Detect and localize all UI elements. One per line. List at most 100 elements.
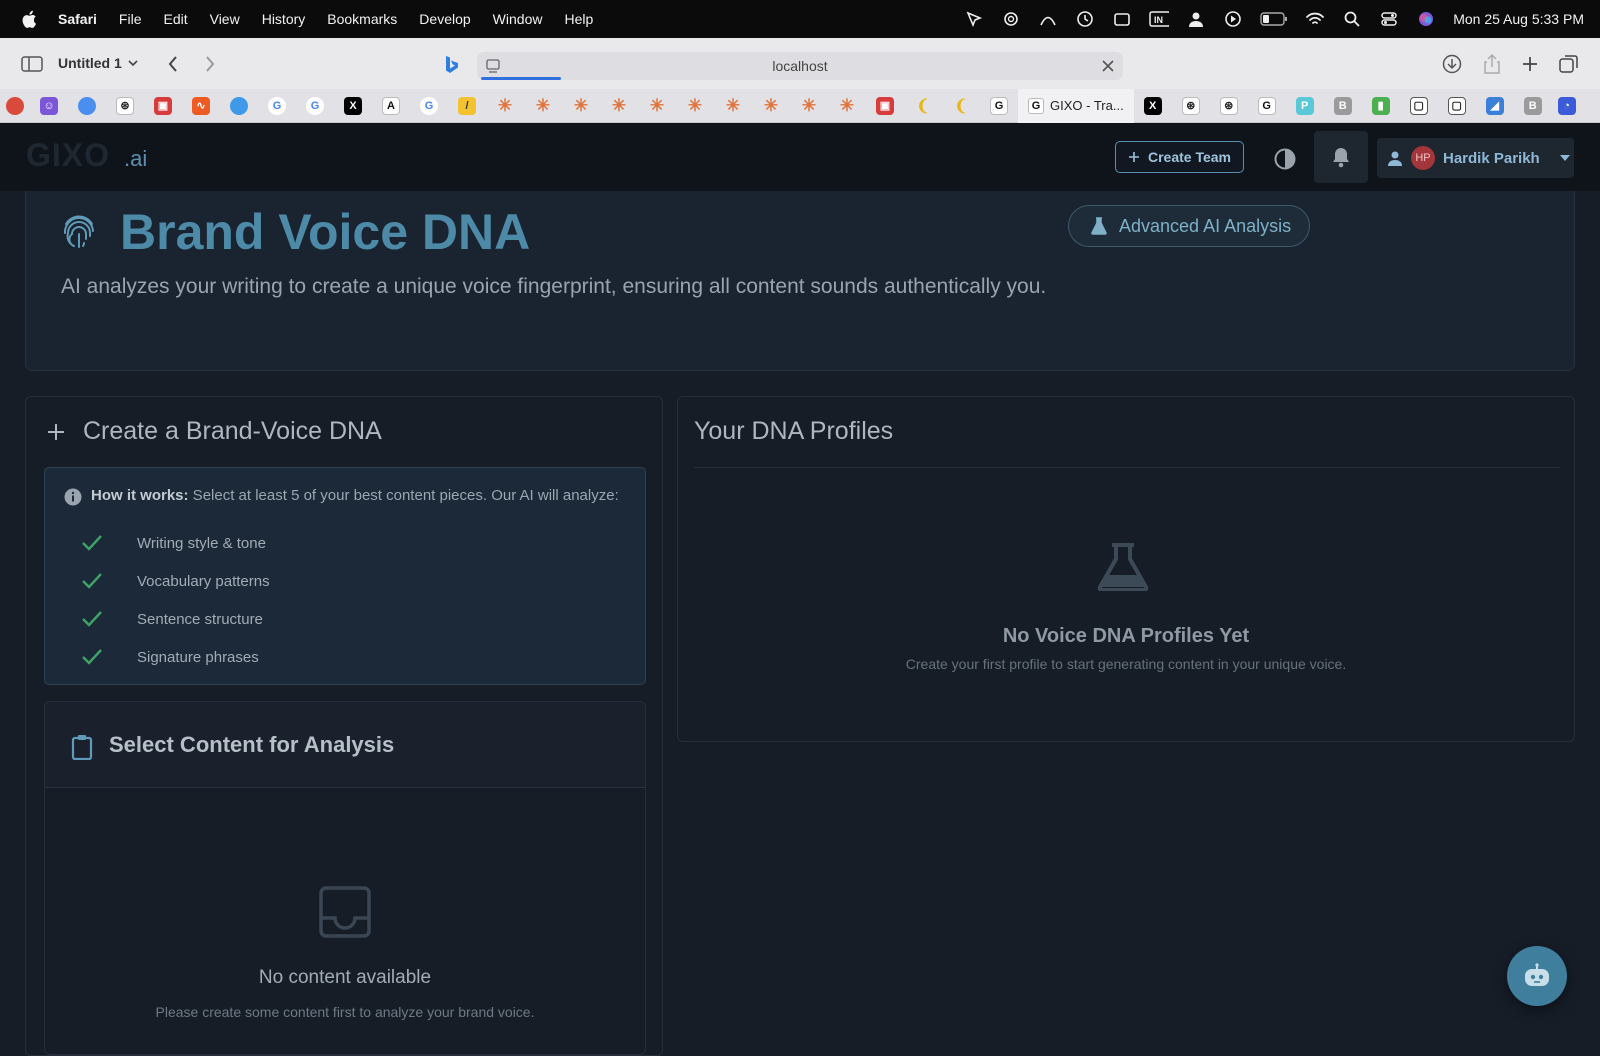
favorite-app-icon[interactable]: ▢ — [1400, 89, 1438, 123]
time-machine-icon[interactable] — [1075, 9, 1095, 29]
how-it-works-panel: How it works: Select at least 5 of your … — [44, 467, 646, 685]
favorite-g-icon[interactable]: G — [980, 89, 1018, 123]
favorite-claude-icon[interactable]: ✳ — [790, 89, 828, 123]
favorite-g-icon[interactable]: G — [1248, 89, 1286, 123]
favorite-broom-icon[interactable]: / — [448, 89, 486, 123]
caret-down-icon — [1559, 155, 1570, 161]
tab-overview-icon[interactable] — [1554, 49, 1584, 79]
favorite-chart-icon[interactable]: ▮ — [1362, 89, 1400, 123]
battery-icon[interactable] — [1260, 9, 1288, 29]
favorite-app-icon[interactable]: ∿ — [182, 89, 220, 123]
chevron-down-icon — [128, 59, 138, 67]
favorite-claude-icon[interactable]: ✳ — [676, 89, 714, 123]
favorite-google-icon[interactable]: G — [258, 89, 296, 123]
download-icon[interactable] — [1437, 49, 1467, 79]
share-icon[interactable] — [1477, 49, 1507, 79]
wifi-icon[interactable] — [1305, 9, 1325, 29]
create-team-button[interactable]: Create Team — [1115, 141, 1245, 173]
tab-group-label: Untitled 1 — [58, 55, 122, 71]
favorite-openai-icon[interactable]: ⊛ — [1210, 89, 1248, 123]
menu-file[interactable]: File — [108, 11, 153, 27]
favorite-google-icon[interactable]: G — [410, 89, 448, 123]
favorite-chrome-icon[interactable] — [0, 89, 30, 123]
cursor-app-icon[interactable] — [964, 9, 984, 29]
clipboard-icon — [71, 734, 93, 760]
dna-profiles-title: Your DNA Profiles — [694, 417, 894, 445]
favorite-app-icon[interactable]: ▢ — [1438, 89, 1476, 123]
input-source-icon[interactable]: IN — [1149, 9, 1170, 29]
favorite-openai-icon[interactable]: ⊛ — [1172, 89, 1210, 123]
feature-label: Vocabulary patterns — [137, 572, 270, 590]
siri-icon[interactable] — [1416, 9, 1436, 29]
favorite-app-icon[interactable]: ◔ — [1552, 89, 1582, 123]
theme-toggle-button[interactable] — [1270, 144, 1300, 174]
menu-safari[interactable]: Safari — [58, 11, 108, 27]
favorite-app-icon[interactable]: ▣ — [144, 89, 182, 123]
dna-profiles-card: Your DNA Profiles No Voice DNA Profiles … — [677, 396, 1575, 742]
favorite-claude-icon[interactable]: ✳ — [562, 89, 600, 123]
notifications-button[interactable] — [1314, 131, 1368, 183]
user-icon[interactable] — [1186, 9, 1206, 29]
create-team-label: Create Team — [1148, 149, 1232, 165]
favorite-claude-icon[interactable]: ✳ — [714, 89, 752, 123]
feature-label: Signature phrases — [137, 648, 259, 666]
favorite-claude-icon[interactable]: ✳ — [486, 89, 524, 123]
menu-history[interactable]: History — [251, 11, 317, 27]
favorite-banana-icon[interactable]: ❨ — [904, 89, 942, 123]
stage-manager-icon[interactable] — [1112, 9, 1132, 29]
favorite-cloud-icon[interactable] — [68, 89, 106, 123]
arc-icon[interactable] — [1038, 9, 1058, 29]
address-bar[interactable]: localhost — [477, 52, 1123, 80]
favorite-claude-icon[interactable]: ✳ — [524, 89, 562, 123]
page-title: Brand Voice DNA — [120, 204, 531, 260]
menu-view[interactable]: View — [199, 11, 251, 27]
chat-assistant-button[interactable] — [1507, 946, 1567, 1006]
menu-help[interactable]: Help — [553, 11, 604, 27]
new-tab-icon[interactable] — [1515, 49, 1545, 79]
favorite-b-icon[interactable]: B — [1324, 89, 1362, 123]
menu-develop[interactable]: Develop — [408, 11, 481, 27]
no-profiles-title: No Voice DNA Profiles Yet — [1002, 625, 1250, 647]
favorite-x-icon[interactable]: X — [334, 89, 372, 123]
favorite-anthropic-icon[interactable]: A — [372, 89, 410, 123]
tab-group-selector[interactable]: Untitled 1 — [58, 48, 138, 78]
favorite-claude-icon[interactable]: ✳ — [638, 89, 676, 123]
favorite-claude-icon[interactable]: ✳ — [600, 89, 638, 123]
empty-content-subtitle: Please create some content first to anal… — [155, 1004, 535, 1020]
favorite-app-icon[interactable]: ◢ — [1476, 89, 1514, 123]
favorite-b-icon[interactable]: B — [1514, 89, 1552, 123]
spotlight-search-icon[interactable] — [1342, 9, 1362, 29]
bing-icon[interactable] — [437, 50, 467, 80]
url-text: localhost — [772, 58, 828, 74]
favorite-x-icon[interactable]: X — [1134, 89, 1172, 123]
control-center-icon[interactable] — [1379, 9, 1399, 29]
favorite-claude-icon[interactable]: ✳ — [752, 89, 790, 123]
active-tab-title: GIXO - Tra... — [1050, 98, 1124, 113]
analysis-features-list: Writing style & tone Vocabulary patterns… — [81, 524, 270, 676]
user-name: Hardik Parikh — [1443, 149, 1540, 167]
user-menu-button[interactable]: HP Hardik Parikh — [1377, 138, 1574, 178]
favorite-openai-icon[interactable]: ⊛ — [106, 89, 144, 123]
forward-button[interactable] — [195, 49, 225, 79]
menu-clock[interactable]: Mon 25 Aug 5:33 PM — [1453, 11, 1584, 27]
favorite-banana-icon[interactable]: ❨ — [942, 89, 980, 123]
favorite-claude-icon[interactable]: ✳ — [828, 89, 866, 123]
menu-bookmarks[interactable]: Bookmarks — [316, 11, 408, 27]
robot-icon — [1522, 963, 1552, 989]
openai-icon[interactable] — [1001, 9, 1021, 29]
favorite-app-icon[interactable]: ▣ — [866, 89, 904, 123]
favorite-google-icon[interactable]: G — [296, 89, 334, 123]
menu-window[interactable]: Window — [482, 11, 554, 27]
stop-loading-icon[interactable] — [1101, 59, 1115, 73]
menu-edit[interactable]: Edit — [152, 11, 198, 27]
how-it-works-text: How it works: Select at least 5 of your … — [91, 487, 619, 504]
apple-icon[interactable] — [0, 10, 58, 28]
sidebar-toggle-icon[interactable] — [17, 49, 47, 79]
app-logo[interactable]: GIXO .ai — [26, 137, 147, 174]
favorite-cloud-icon[interactable] — [220, 89, 258, 123]
favorite-robot-icon[interactable]: ☺ — [30, 89, 68, 123]
back-button[interactable] — [158, 49, 188, 79]
favorite-p-icon[interactable]: P — [1286, 89, 1324, 123]
play-icon[interactable] — [1223, 9, 1243, 29]
active-tab[interactable]: G GIXO - Tra... — [1018, 88, 1134, 123]
